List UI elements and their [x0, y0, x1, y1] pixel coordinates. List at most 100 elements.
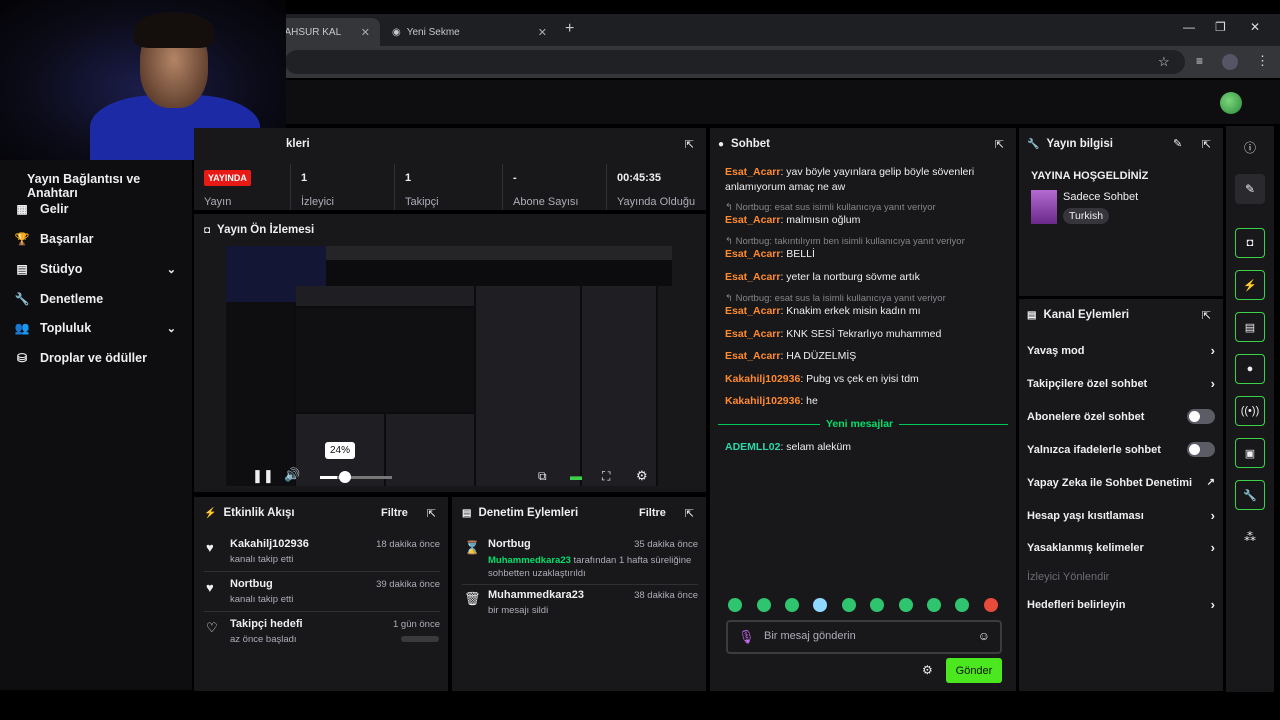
- stats-overlay-icon[interactable]: ▬: [570, 469, 582, 483]
- share-icon[interactable]: ⁂: [1235, 522, 1265, 552]
- stream-preview-video[interactable]: [226, 246, 672, 486]
- popout-icon[interactable]: ⇱: [685, 138, 694, 151]
- chevron-down-icon[interactable]: ⌄: [167, 322, 176, 335]
- chat-message[interactable]: Esat_Acarr: HA DÜZELMİŞ: [725, 349, 995, 364]
- emote[interactable]: [728, 598, 742, 612]
- emote[interactable]: [842, 598, 856, 612]
- emote[interactable]: [870, 598, 884, 612]
- chat-username[interactable]: ADEMLL02: [725, 441, 780, 453]
- microphone-icon[interactable]: 🎙: [738, 629, 755, 645]
- chat-input[interactable]: 🎙 Bir mesaj gönderin ☺: [726, 620, 1002, 654]
- emote[interactable]: [899, 598, 913, 612]
- sidebar-item-basarilar[interactable]: 🏆 Başarılar: [14, 232, 184, 246]
- volume-icon[interactable]: 🔊: [284, 467, 300, 483]
- sidebar-item-gelir[interactable]: ▦ Gelir: [14, 202, 184, 216]
- chat-message[interactable]: Kakahilj102936: he: [725, 394, 995, 409]
- url-input[interactable]: [285, 50, 1185, 74]
- emote[interactable]: [984, 598, 998, 612]
- sidebar-item-topluluk[interactable]: 👥 Topluluk ⌄: [14, 321, 184, 335]
- list-item[interactable]: ⌛ Nortbug 35 dakika önce Muhammedkara23 …: [462, 538, 698, 582]
- chat-message[interactable]: Esat_Acarr: Knakim erkek misin kadın mı: [725, 304, 995, 319]
- user-avatar[interactable]: [1220, 92, 1242, 114]
- action-emote-only[interactable]: Yalnızca ifadelerle sohbet: [1027, 442, 1215, 457]
- notes-icon[interactable]: ▤: [1235, 312, 1265, 342]
- popout-icon[interactable]: ⇱: [995, 138, 1004, 151]
- fullscreen-icon[interactable]: ⛶: [602, 469, 610, 484]
- clip-icon[interactable]: ◘: [1235, 228, 1265, 258]
- action-account-age[interactable]: Hesap yaşı kısıtlaması ›: [1027, 508, 1215, 523]
- edit-icon[interactable]: ✎: [1235, 174, 1265, 204]
- chat-username[interactable]: Esat_Acarr: [725, 350, 780, 362]
- popout-icon[interactable]: ⇱: [1202, 309, 1211, 322]
- emote[interactable]: [813, 598, 827, 612]
- popout-icon[interactable]: ⇱: [427, 507, 436, 520]
- chevron-down-icon[interactable]: ⌄: [167, 263, 176, 276]
- popout-icon[interactable]: ⇱: [1202, 138, 1211, 151]
- chat-settings-icon[interactable]: ⚙: [922, 663, 933, 677]
- list-item[interactable]: ♥ Nortbug 39 dakika önce kanalı takip et…: [204, 578, 440, 608]
- action-slow-mode[interactable]: Yavaş mod ›: [1027, 343, 1215, 358]
- chat-bubble-icon[interactable]: ●: [1235, 354, 1265, 384]
- media-icon[interactable]: ≡: [1196, 54, 1203, 68]
- chat-message[interactable]: ADEMLL02: selam aleküm: [725, 440, 995, 455]
- category-box-art[interactable]: [1031, 190, 1057, 224]
- action-subscribers-only[interactable]: Abonelere özel sohbet: [1027, 409, 1215, 424]
- emote[interactable]: [757, 598, 771, 612]
- send-button[interactable]: Gönder: [946, 658, 1002, 683]
- gear-icon[interactable]: ⚙: [636, 468, 648, 484]
- profile-avatar[interactable]: [1222, 54, 1238, 70]
- chat-username[interactable]: Esat_Acarr: [725, 328, 780, 340]
- chat-message[interactable]: Esat_Acarr: yav böyle yayınlara gelip bö…: [725, 165, 995, 195]
- star-icon[interactable]: ☆: [1158, 54, 1170, 70]
- chat-username[interactable]: Esat_Acarr: [725, 305, 780, 317]
- sidebar-header[interactable]: Yayın Bağlantısı ve Anahtarı: [27, 172, 192, 200]
- list-item[interactable]: ♡ Takipçi hedefi 1 gün önce az önce başl…: [204, 618, 440, 648]
- chat-username[interactable]: Esat_Acarr: [725, 248, 780, 260]
- more-menu-icon[interactable]: ⋮: [1256, 53, 1269, 69]
- new-tab-button[interactable]: +: [565, 20, 581, 38]
- info-icon[interactable]: ⓘ: [1235, 132, 1265, 162]
- emote-only-toggle[interactable]: [1187, 442, 1215, 457]
- sidebar-item-denetleme[interactable]: 🔧 Denetleme: [14, 292, 184, 306]
- chat-message[interactable]: Esat_Acarr: yeter la nortburg sövme artı…: [725, 270, 995, 285]
- pause-icon[interactable]: ❚❚: [252, 468, 274, 484]
- chat-message[interactable]: Kakahilj102936: Pubg vs çek en iyisi tdm: [725, 372, 995, 387]
- bolt-icon[interactable]: ⚡: [1235, 270, 1265, 300]
- list-item[interactable]: 🗑 Muhammedkara23 38 dakika önce bir mesa…: [462, 589, 698, 619]
- filter-button[interactable]: Filtre: [639, 507, 666, 519]
- volume-slider[interactable]: [320, 476, 392, 479]
- chat-message[interactable]: Esat_Acarr: BELLİ: [725, 247, 995, 262]
- list-item[interactable]: ♥ Kakahilj102936 18 dakika önce kanalı t…: [204, 538, 440, 568]
- popout-icon[interactable]: ⇱: [685, 507, 694, 520]
- chat-username[interactable]: Esat_Acarr: [725, 166, 780, 178]
- tab-close-icon[interactable]: ✕: [361, 26, 370, 39]
- chat-username[interactable]: Esat_Acarr: [725, 214, 780, 226]
- subscribers-only-toggle[interactable]: [1187, 409, 1215, 424]
- action-followers-only[interactable]: Takipçilere özel sohbet ›: [1027, 376, 1215, 391]
- action-banned-words[interactable]: Yasaklanmış kelimeler ›: [1027, 540, 1215, 555]
- close-window-button[interactable]: ✕: [1250, 20, 1260, 34]
- emote[interactable]: [927, 598, 941, 612]
- browser-tab[interactable]: ◉ Yeni Sekme ✕: [382, 18, 557, 46]
- language-tag[interactable]: Turkish: [1063, 208, 1110, 224]
- edit-icon[interactable]: ✎: [1173, 137, 1182, 150]
- chat-message[interactable]: Esat_Acarr: KNK SESİ Tekrarlıyo muhammed: [725, 327, 995, 342]
- action-set-goals[interactable]: Hedefleri belirleyin ›: [1027, 597, 1215, 612]
- wrench-icon[interactable]: 🔧: [1235, 480, 1265, 510]
- emote[interactable]: [955, 598, 969, 612]
- minimize-button[interactable]: —: [1183, 20, 1195, 34]
- shield-icon[interactable]: ▣: [1235, 438, 1265, 468]
- sidebar-item-droplar[interactable]: ⛁ Droplar ve ödüller: [14, 351, 184, 365]
- emote[interactable]: [785, 598, 799, 612]
- category-name[interactable]: Sadece Sohbet: [1063, 191, 1138, 203]
- tab-close-icon[interactable]: ✕: [538, 26, 547, 39]
- sidebar-item-studyo[interactable]: ▤ Stüdyo ⌄: [14, 262, 184, 276]
- action-ai-moderation[interactable]: Yapay Zeka ile Sohbet Denetimi ↗: [1027, 477, 1215, 489]
- chat-message[interactable]: Esat_Acarr: malmısın oğlum: [725, 213, 995, 228]
- broadcast-icon[interactable]: ((•)): [1235, 396, 1265, 426]
- maximize-button[interactable]: ❐: [1215, 20, 1226, 34]
- chat-username[interactable]: Esat_Acarr: [725, 271, 780, 283]
- chat-username[interactable]: Kakahilj102936: [725, 395, 800, 407]
- chat-username[interactable]: Kakahilj102936: [725, 373, 800, 385]
- picture-in-picture-icon[interactable]: ⧉: [538, 469, 547, 484]
